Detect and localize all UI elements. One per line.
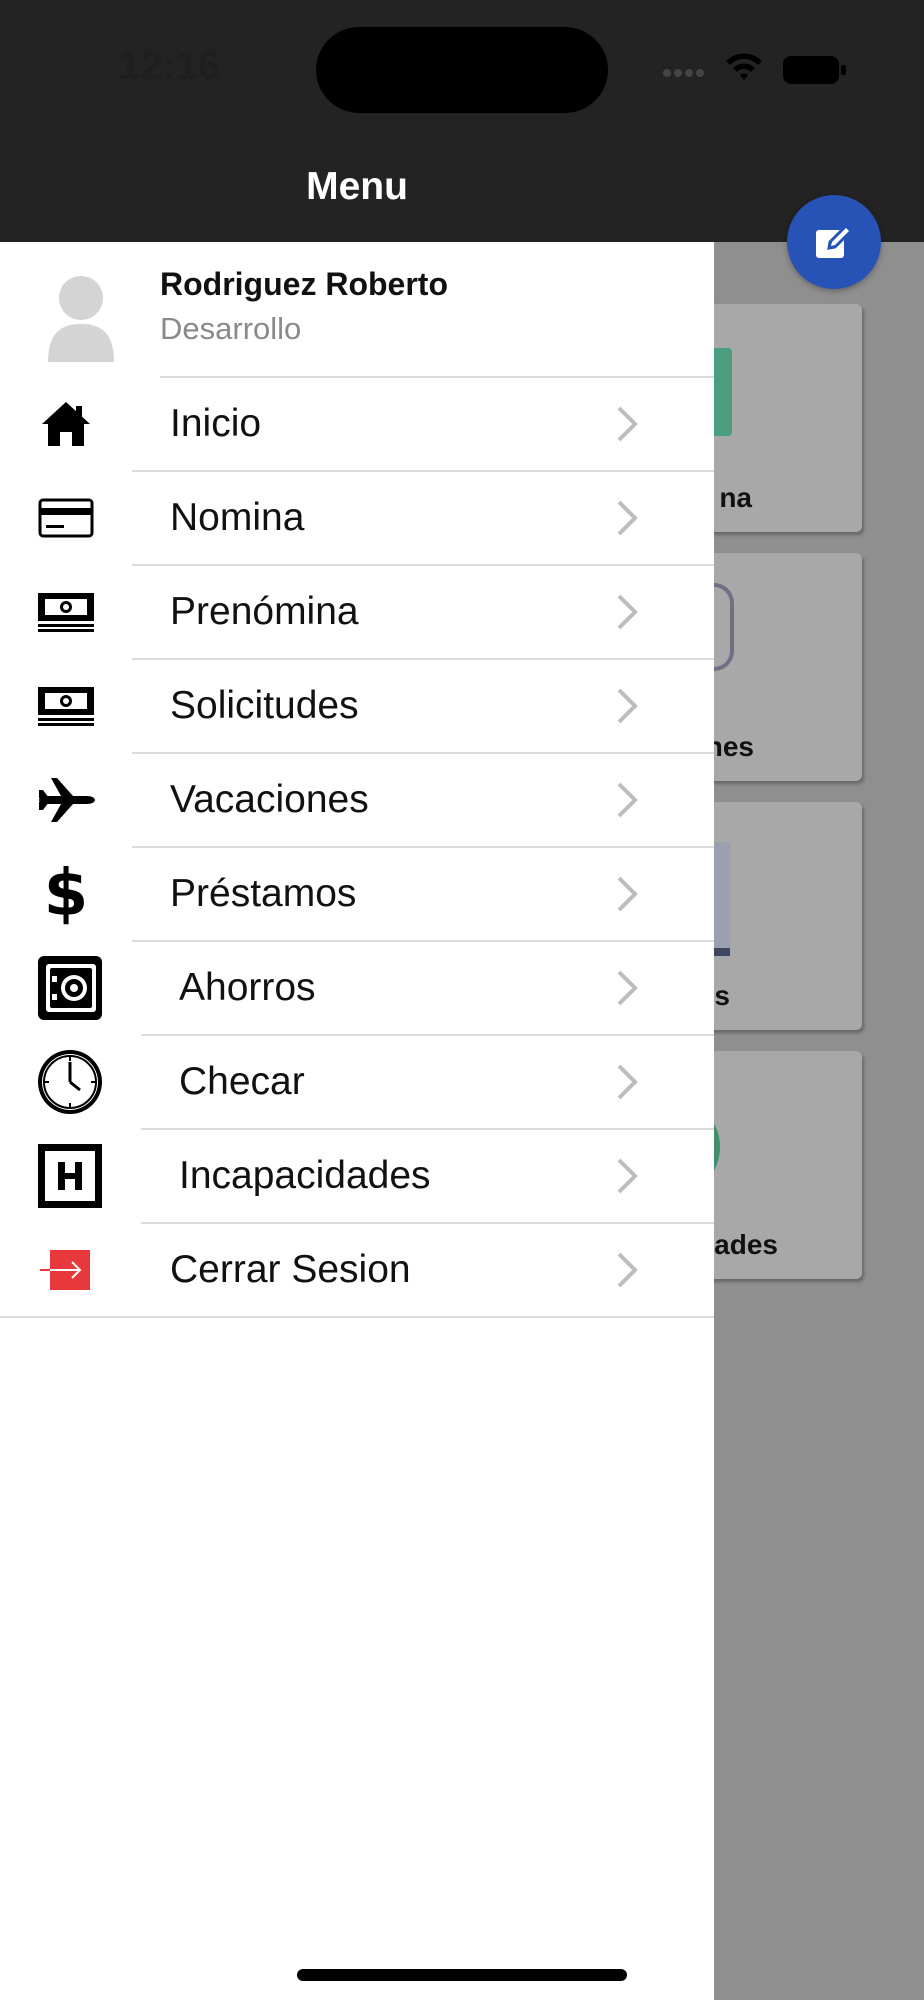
- menu-item-nomina[interactable]: Nomina: [0, 471, 714, 565]
- menu-item-checar[interactable]: Checar: [0, 1035, 714, 1129]
- separator: [0, 1316, 714, 1318]
- edit-fab-button[interactable]: [787, 195, 881, 289]
- dollar-icon: $: [43, 857, 89, 931]
- menu-item-vacaciones[interactable]: Vacaciones: [0, 753, 714, 847]
- wifi-icon: [726, 53, 762, 80]
- menu-item-ahorros[interactable]: Ahorros: [0, 941, 714, 1035]
- background-card[interactable]: na: [690, 304, 862, 532]
- background-card[interactable]: s: [690, 802, 862, 1030]
- chevron-right-icon: [617, 406, 638, 442]
- menu-item-label: Vacaciones: [170, 778, 369, 821]
- menu-item-label: Inicio: [170, 402, 262, 445]
- menu-item-label: Cerrar Sesion: [170, 1248, 411, 1291]
- clock-icon: [36, 1048, 104, 1116]
- credit-card-icon: [36, 488, 96, 548]
- status-time: 12:16: [118, 44, 221, 88]
- background-card[interactable]: ades: [660, 1051, 862, 1279]
- chevron-right-icon: [617, 970, 638, 1006]
- avatar-icon: [48, 276, 114, 362]
- chevron-right-icon: [617, 500, 638, 536]
- menu-item-incapacidades[interactable]: Incapacidades: [0, 1129, 714, 1223]
- cash-icon: [36, 582, 96, 642]
- airplane-icon: [36, 770, 96, 830]
- user-name: Rodriguez Roberto: [160, 266, 448, 302]
- chevron-right-icon: [617, 594, 638, 630]
- menu-item-label: Checar: [179, 1060, 305, 1103]
- chevron-right-icon: [617, 1064, 638, 1100]
- battery-icon: [783, 56, 846, 84]
- side-menu-drawer: Menu Rodriguez Roberto Desarrollo Inicio…: [0, 0, 714, 2000]
- menu-item-solicitudes[interactable]: Solicitudes: [0, 659, 714, 753]
- dynamic-island: [316, 27, 608, 113]
- home-indicator[interactable]: [297, 1969, 627, 1981]
- signal-icon: [663, 69, 704, 77]
- edit-icon: [816, 223, 854, 258]
- menu-item-label: Ahorros: [179, 966, 316, 1009]
- background-card[interactable]: nes: [690, 553, 862, 781]
- chevron-right-icon: [617, 688, 638, 724]
- user-department: Desarrollo: [160, 311, 302, 346]
- menu-item-label: Nomina: [170, 496, 305, 539]
- menu-item-prestamos[interactable]: $ Préstamos: [0, 847, 714, 941]
- hospital-icon: [36, 1142, 104, 1210]
- menu-item-inicio[interactable]: Inicio: [0, 377, 714, 471]
- chevron-right-icon: [617, 876, 638, 912]
- drawer-title: Menu: [306, 165, 408, 208]
- menu-item-label: Préstamos: [170, 872, 357, 915]
- chevron-right-icon: [617, 1252, 638, 1288]
- chevron-right-icon: [617, 1158, 638, 1194]
- home-icon: [36, 394, 96, 454]
- menu-item-label: Incapacidades: [179, 1154, 431, 1197]
- safe-icon: [36, 954, 104, 1022]
- menu-item-cerrar-sesion[interactable]: Cerrar Sesion: [0, 1223, 714, 1317]
- chevron-right-icon: [617, 782, 638, 818]
- cash-icon: [36, 676, 96, 736]
- menu-item-label: Prenómina: [170, 590, 359, 633]
- menu-item-prenomina[interactable]: Prenómina: [0, 565, 714, 659]
- menu-item-label: Solicitudes: [170, 684, 359, 727]
- logout-icon: [38, 1249, 92, 1291]
